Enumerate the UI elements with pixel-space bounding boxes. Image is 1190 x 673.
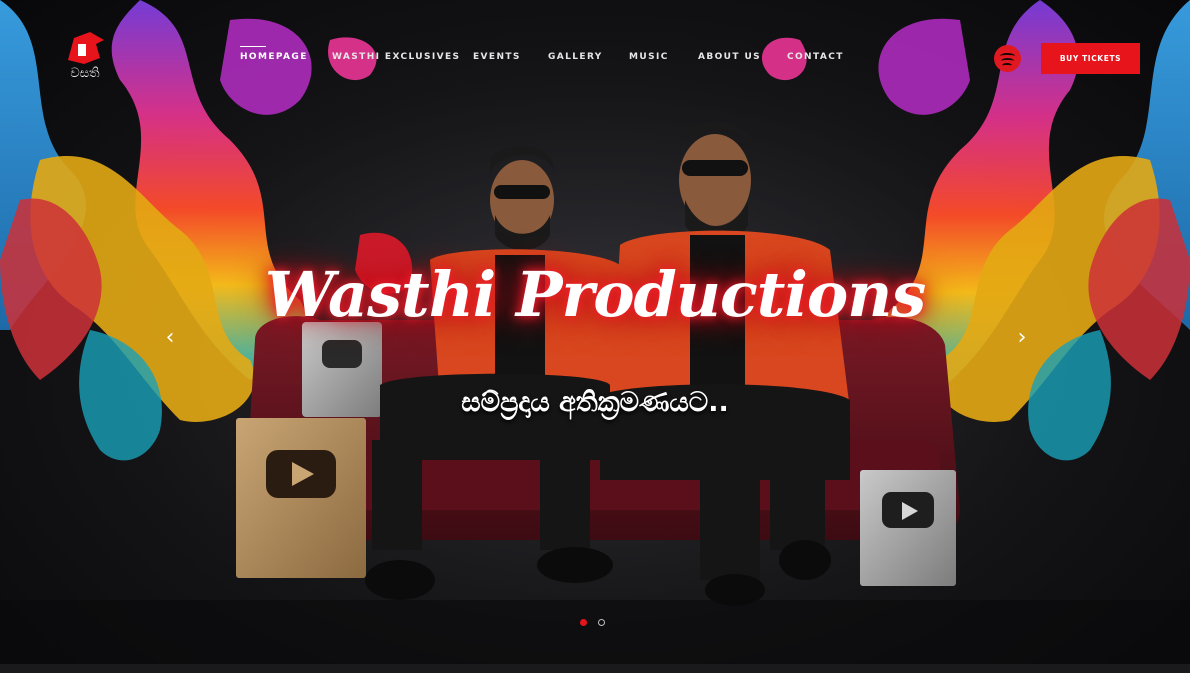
nav-item-gallery[interactable]: GALLERY xyxy=(548,52,629,66)
logo-text: වසති xyxy=(70,66,100,81)
hero-subtitle: සම්ප්‍රදාය අතික්‍රමණයට.. xyxy=(461,387,729,418)
slider-dot-2[interactable] xyxy=(598,619,605,626)
main-nav: HOMEPAGE WASTHI EXCLUSIVES EVENTS GALLER… xyxy=(240,46,847,66)
hero-title: Wasthi Productions xyxy=(264,258,927,331)
site-logo[interactable]: වසති xyxy=(60,30,114,88)
bottom-edge xyxy=(0,664,1190,673)
slider-pagination xyxy=(580,619,605,626)
slider-dot-1[interactable] xyxy=(580,619,587,626)
nav-item-homepage[interactable]: HOMEPAGE xyxy=(240,46,332,66)
slider-next-arrow-icon[interactable]: › xyxy=(1012,326,1032,350)
spotify-icon[interactable] xyxy=(994,45,1021,72)
hero-slider: වසති HOMEPAGE WASTHI EXCLUSIVES EVENTS G… xyxy=(0,0,1190,673)
nav-item-events[interactable]: EVENTS xyxy=(473,52,548,66)
nav-item-contact[interactable]: CONTACT xyxy=(787,52,847,66)
buy-tickets-button[interactable]: BUY TICKETS xyxy=(1041,43,1140,74)
logo-mark-icon xyxy=(68,32,104,64)
slider-prev-arrow-icon[interactable]: ‹ xyxy=(160,326,180,350)
nav-item-wasthi-exclusives[interactable]: WASTHI EXCLUSIVES xyxy=(332,52,473,66)
nav-item-about-us[interactable]: ABOUT US xyxy=(698,52,787,66)
nav-item-music[interactable]: MUSIC xyxy=(629,52,698,66)
